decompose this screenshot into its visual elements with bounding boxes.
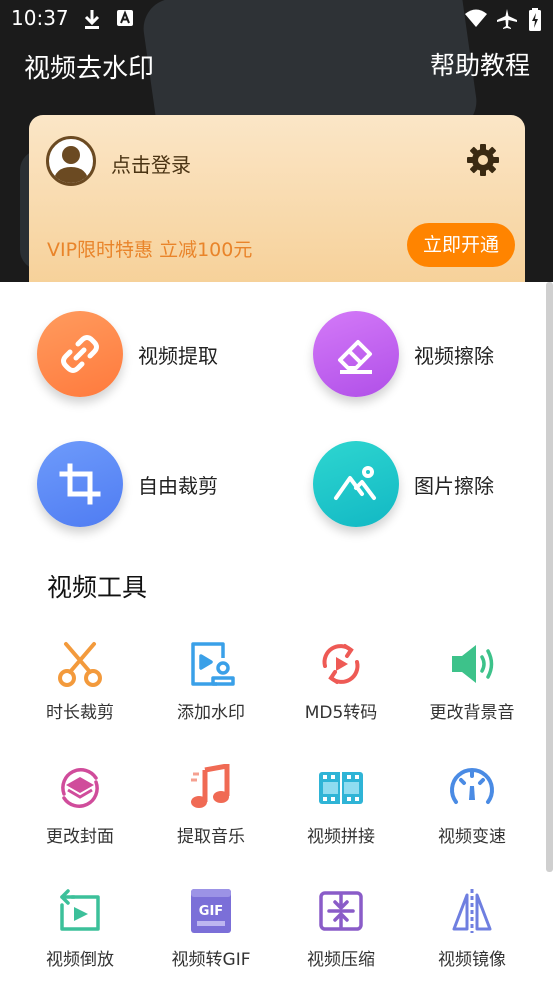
tool-label: 时长裁剪 — [46, 703, 114, 723]
cover-icon — [61, 768, 99, 808]
reverse-play-icon — [60, 889, 100, 931]
tool-md5-convert[interactable]: MD5转码 — [281, 640, 401, 723]
tool-label: 更改封面 — [46, 827, 114, 847]
feature-video-erase[interactable]: 视频擦除 — [313, 311, 494, 397]
app-title: 视频去水印 — [24, 54, 155, 84]
feature-video-extract[interactable]: 视频提取 — [37, 311, 218, 397]
tool-label: 更改背景音 — [429, 703, 515, 723]
eraser-icon — [313, 311, 399, 397]
tool-label: 添加水印 — [177, 703, 245, 723]
tool-video-to-gif[interactable]: GIF 视频转GIF — [151, 887, 271, 970]
tool-video-speed[interactable]: 视频变速 — [412, 764, 532, 847]
help-tutorial-link[interactable]: 帮助教程 — [430, 46, 530, 82]
image-mountain-icon — [313, 441, 399, 527]
film-join-icon — [319, 772, 363, 804]
feature-label: 自由裁剪 — [138, 473, 218, 498]
tool-label: 视频压缩 — [307, 950, 375, 970]
md5-convert-icon — [322, 644, 360, 684]
crop-icon — [37, 441, 123, 527]
tool-label: 提取音乐 — [177, 827, 245, 847]
tool-change-cover[interactable]: 更改封面 — [20, 764, 140, 847]
tool-video-mirror[interactable]: 视频镜像 — [412, 887, 532, 970]
mirror-icon — [452, 889, 492, 933]
avatar[interactable] — [46, 136, 96, 186]
watermark-icon — [191, 642, 235, 686]
feature-label: 图片擦除 — [414, 473, 494, 498]
user-avatar-icon — [53, 146, 89, 183]
airplane-icon — [497, 9, 517, 29]
gear-icon[interactable] — [466, 143, 500, 177]
feature-image-erase[interactable]: 图片擦除 — [313, 441, 494, 527]
scissors-icon — [58, 642, 102, 687]
tool-duration-cut[interactable]: 时长裁剪 — [20, 640, 140, 723]
tool-extract-music[interactable]: 提取音乐 — [151, 764, 271, 847]
tool-video-join[interactable]: 视频拼接 — [281, 764, 401, 847]
wifi-icon — [465, 9, 487, 27]
gif-icon: GIF — [191, 889, 231, 933]
feature-label: 视频提取 — [138, 343, 218, 368]
tool-label: 视频倒放 — [46, 950, 114, 970]
compress-icon — [319, 891, 363, 931]
speedometer-icon — [450, 768, 494, 804]
tool-video-reverse[interactable]: 视频倒放 — [20, 887, 140, 970]
tools-section-title: 视频工具 — [47, 573, 148, 602]
vip-promo-text: VIP限时特惠 立减100元 — [47, 239, 253, 261]
tool-add-watermark[interactable]: 添加水印 — [151, 640, 271, 723]
download-icon — [84, 10, 100, 29]
status-bar: 10:37 — [0, 0, 553, 38]
scrollbar[interactable] — [546, 282, 553, 872]
tool-label: MD5转码 — [304, 703, 378, 723]
svg-text:GIF: GIF — [199, 904, 223, 919]
feature-free-crop[interactable]: 自由裁剪 — [37, 441, 218, 527]
link-icon — [37, 311, 123, 397]
status-time: 10:37 — [11, 6, 69, 30]
open-vip-button[interactable]: 立即开通 — [407, 223, 515, 267]
speaker-icon — [452, 645, 494, 683]
a-icon — [117, 10, 133, 26]
music-note-icon — [191, 764, 230, 808]
feature-label: 视频擦除 — [414, 343, 494, 368]
tool-label: 视频变速 — [438, 827, 506, 847]
tool-change-bgm[interactable]: 更改背景音 — [412, 640, 532, 723]
tool-label: 视频转GIF — [171, 950, 251, 970]
tool-label: 视频镜像 — [438, 950, 506, 970]
login-label[interactable]: 点击登录 — [111, 149, 191, 178]
tool-video-compress[interactable]: 视频压缩 — [281, 887, 401, 970]
battery-charging-icon — [529, 8, 541, 31]
tool-label: 视频拼接 — [307, 827, 375, 847]
